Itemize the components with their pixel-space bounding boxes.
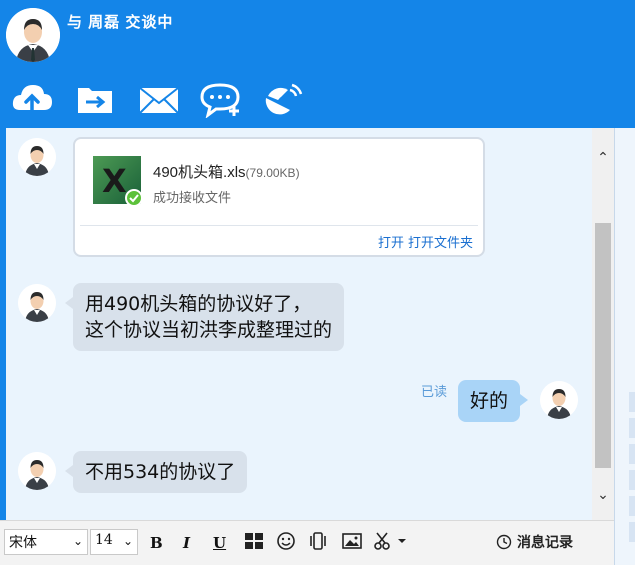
file-name: 490机头箱.xls(79.00KB) bbox=[153, 161, 300, 182]
chevron-down-icon: ⌄ bbox=[72, 534, 83, 548]
my-message-bubble[interactable]: 好的 bbox=[458, 380, 529, 422]
read-receipt: 已读 bbox=[421, 384, 448, 399]
input-toolbar: 宋体 ⌄ 14 ⌄ B I U 消息记录 bbox=[0, 520, 614, 565]
chevron-down-icon: ⌄ bbox=[122, 534, 133, 548]
side-panel-item[interactable] bbox=[629, 418, 635, 438]
side-panel-item[interactable] bbox=[629, 444, 635, 464]
upload-icon[interactable] bbox=[10, 80, 54, 118]
side-panel-item[interactable] bbox=[629, 496, 635, 516]
font-family-value: 宋体 bbox=[9, 535, 37, 551]
chat-header: 与 周磊 交谈中 bbox=[0, 0, 635, 128]
divider bbox=[80, 225, 478, 226]
bold-button[interactable]: B bbox=[150, 534, 163, 552]
open-file-link[interactable]: 打开 bbox=[378, 235, 404, 250]
side-panel-item[interactable] bbox=[629, 522, 635, 542]
clock-icon bbox=[496, 534, 512, 550]
open-folder-link[interactable]: 打开文件夹 bbox=[408, 235, 473, 250]
side-panel-item[interactable] bbox=[629, 392, 635, 412]
side-panel bbox=[614, 128, 635, 565]
font-size-value: 14 bbox=[95, 532, 113, 548]
screenshot-scissors-icon[interactable] bbox=[373, 530, 407, 552]
folder-send-icon[interactable] bbox=[74, 80, 118, 118]
chat-scrollbar[interactable]: ⌃ ⌄ bbox=[592, 128, 614, 520]
file-message-card: X 490机头箱.xls(79.00KB) 成功接收文件 打开 打开文件夹 bbox=[73, 137, 485, 257]
font-size-select[interactable]: 14 ⌄ bbox=[90, 529, 138, 555]
my-avatar[interactable] bbox=[540, 381, 578, 419]
message-history-button[interactable]: 消息记录 bbox=[496, 532, 573, 552]
side-panel-item[interactable] bbox=[629, 470, 635, 490]
chat-add-icon[interactable] bbox=[200, 80, 244, 119]
underline-button[interactable]: U bbox=[213, 534, 226, 552]
vibrate-icon[interactable] bbox=[307, 530, 329, 552]
file-name-text: 490机头箱.xls bbox=[153, 164, 246, 181]
font-family-select[interactable]: 宋体 ⌄ bbox=[4, 529, 88, 555]
italic-button[interactable]: I bbox=[183, 534, 190, 552]
satellite-icon[interactable] bbox=[262, 80, 306, 118]
scroll-thumb[interactable] bbox=[595, 223, 611, 468]
contact-avatar[interactable] bbox=[6, 8, 60, 62]
message-bubble[interactable]: 用490机头箱的协议好了， 这个协议当初洪李成整理过的 bbox=[64, 283, 345, 351]
sender-avatar[interactable] bbox=[18, 284, 56, 322]
sender-avatar[interactable] bbox=[18, 138, 56, 176]
image-icon[interactable] bbox=[341, 530, 363, 552]
grid-icon[interactable] bbox=[243, 530, 265, 552]
svg-text:X: X bbox=[102, 162, 127, 200]
scroll-down-icon[interactable]: ⌄ bbox=[592, 483, 614, 505]
file-size: (79.00KB) bbox=[245, 166, 300, 180]
file-actions: 打开 打开文件夹 bbox=[374, 232, 473, 251]
chat-title: 与 周磊 交谈中 bbox=[67, 14, 174, 31]
excel-file-icon[interactable]: X bbox=[93, 154, 143, 207]
sender-avatar[interactable] bbox=[18, 452, 56, 490]
scroll-up-icon[interactable]: ⌃ bbox=[592, 146, 614, 168]
message-text: 好的 bbox=[470, 390, 509, 412]
mail-icon[interactable] bbox=[137, 80, 181, 118]
message-text-line: 用490机头箱的协议好了， bbox=[85, 293, 312, 315]
message-text: 不用534的协议了 bbox=[85, 461, 236, 483]
history-label: 消息记录 bbox=[517, 534, 573, 550]
emoji-icon[interactable] bbox=[275, 530, 297, 552]
file-status: 成功接收文件 bbox=[153, 190, 232, 205]
message-text-line: 这个协议当初洪李成整理过的 bbox=[85, 319, 333, 341]
message-bubble[interactable]: 不用534的协议了 bbox=[64, 451, 248, 493]
